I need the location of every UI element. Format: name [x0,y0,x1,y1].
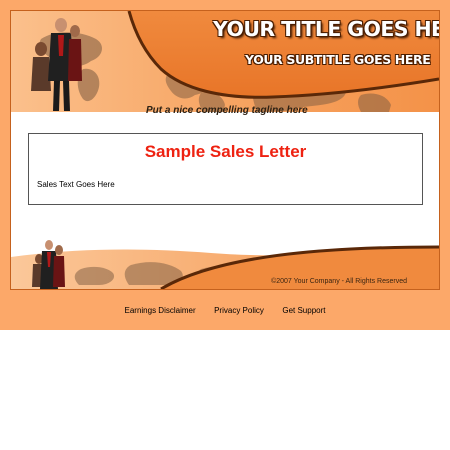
sales-letter-box: Sample Sales Letter Sales Text Goes Here [28,133,423,205]
site-subtitle: YOUR SUBTITLE GOES HERE [245,52,431,67]
tagline: Put a nice compelling tagline here [146,105,308,116]
get-support-link[interactable]: Get Support [282,306,325,315]
sales-text: Sales Text Goes Here [37,180,115,189]
privacy-policy-link[interactable]: Privacy Policy [214,306,264,315]
content-frame: YOUR TITLE GOES HERE YOUR SUBTITLE GOES … [10,10,440,290]
sales-letter-title: Sample Sales Letter [144,142,307,161]
footer-banner: ©2007 Your Company - All Rights Reserved [11,239,439,289]
site-title: YOUR TITLE GOES HERE [213,17,439,41]
copyright-text: ©2007 Your Company - All Rights Reserved [271,278,407,285]
earnings-disclaimer-link[interactable]: Earnings Disclaimer [125,306,196,315]
header-banner: YOUR TITLE GOES HERE YOUR SUBTITLE GOES … [11,11,439,112]
footer-links: Earnings Disclaimer Privacy Policy Get S… [0,300,450,318]
